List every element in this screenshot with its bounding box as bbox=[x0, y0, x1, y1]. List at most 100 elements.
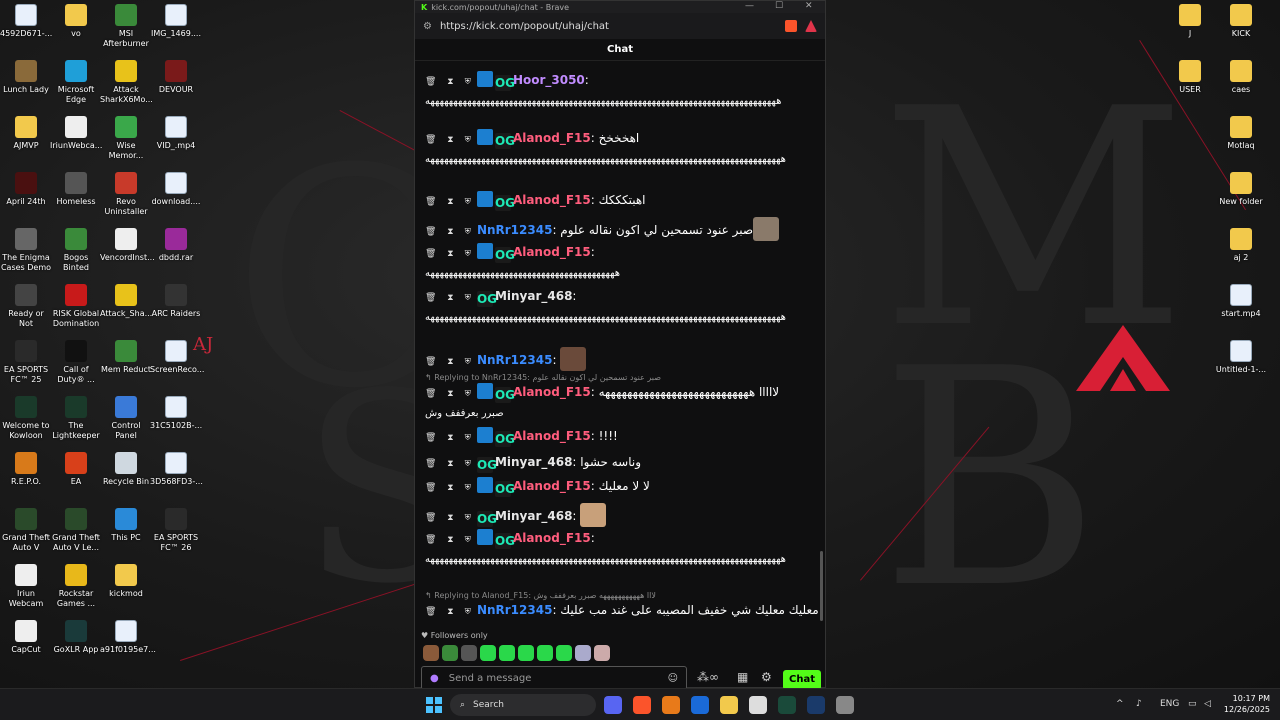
desktop-icon[interactable]: USER bbox=[1164, 60, 1216, 95]
desktop-icon[interactable]: EA SPORTS FC™ 25 bbox=[0, 340, 52, 385]
close-icon[interactable]: ✕ bbox=[805, 1, 813, 11]
chat-scrollbar[interactable] bbox=[820, 551, 823, 621]
desktop-icon[interactable]: start.mp4 bbox=[1215, 284, 1267, 319]
send-chat-button[interactable]: Chat bbox=[783, 670, 821, 690]
wireless-icon[interactable] bbox=[836, 696, 854, 714]
desktop-icon[interactable]: Revo Uninstaller bbox=[100, 172, 152, 217]
desktop-icon[interactable]: Wise Memor... bbox=[100, 116, 152, 161]
desktop-icon[interactable]: Welcome to Kowloon bbox=[0, 396, 52, 441]
moderation-actions[interactable]: 🗑 ⧗ ⛨ bbox=[425, 607, 475, 617]
chat-username[interactable]: Alanod_F15 bbox=[513, 193, 591, 207]
desktop-icon[interactable]: KICK bbox=[1215, 4, 1267, 39]
brave-icon[interactable] bbox=[633, 696, 651, 714]
chat-username[interactable]: Alanod_F15 bbox=[513, 245, 591, 259]
chat-username[interactable]: NnRr12345 bbox=[477, 353, 553, 367]
desktop-icon[interactable]: caes bbox=[1215, 60, 1267, 95]
desktop-icon[interactable]: J bbox=[1164, 4, 1216, 39]
reply-reference[interactable]: ↰ Replying to Alanod_F15: لااا ههههههههه… bbox=[425, 591, 656, 600]
moderation-actions[interactable]: 🗑 ⧗ ⛨ bbox=[425, 197, 475, 207]
discord-icon[interactable] bbox=[604, 696, 622, 714]
quick-emote-icon[interactable] bbox=[556, 645, 572, 661]
chat-username[interactable]: Minyar_468 bbox=[495, 289, 572, 303]
settings-icon[interactable]: ⚙ bbox=[761, 670, 772, 684]
desktop-icon[interactable]: R.E.P.O. bbox=[0, 452, 52, 487]
minimize-icon[interactable]: — bbox=[745, 1, 754, 11]
chat-username[interactable]: Alanod_F15 bbox=[513, 531, 591, 545]
chat-username[interactable]: NnRr12345 bbox=[477, 603, 553, 617]
desktop-icon[interactable]: Motlaq bbox=[1215, 116, 1267, 151]
desktop-icon[interactable]: MSI Afterburner bbox=[100, 4, 152, 49]
desktop-icon[interactable]: The Lightkeeper bbox=[50, 396, 102, 441]
moderation-actions[interactable]: 🗑 ⧗ ⛨ bbox=[425, 293, 475, 303]
quick-emote-icon[interactable] bbox=[518, 645, 534, 661]
chat-username[interactable]: Alanod_F15 bbox=[513, 429, 591, 443]
desktop-icon[interactable]: VID_.mp4 bbox=[150, 116, 202, 151]
address-bar[interactable]: ⚙ https://kick.com/popout/uhaj/chat bbox=[415, 13, 825, 39]
explorer-icon[interactable] bbox=[720, 696, 738, 714]
quick-emote-icon[interactable] bbox=[537, 645, 553, 661]
moderation-actions[interactable]: 🗑 ⧗ ⛨ bbox=[425, 249, 475, 259]
desktop-icon[interactable]: DEVOUR bbox=[150, 60, 202, 95]
desktop-icon[interactable]: 3D568FD3-... bbox=[150, 452, 203, 487]
taskbar-search[interactable]: ⌕ Search bbox=[450, 694, 596, 716]
desktop-icon[interactable]: Rockstar Games ... bbox=[50, 564, 102, 609]
reply-reference[interactable]: ↰ Replying to NnRr12345: صبر عنود تسمحين… bbox=[425, 373, 661, 382]
site-settings-icon[interactable]: ⚙ bbox=[423, 21, 432, 32]
desktop-icon[interactable]: Lunch Lady bbox=[0, 60, 52, 95]
desktop-icon[interactable]: 4592D671-... bbox=[0, 4, 52, 39]
chat-username[interactable]: Alanod_F15 bbox=[513, 479, 591, 493]
app-a-icon[interactable] bbox=[662, 696, 680, 714]
desktop-icon[interactable]: aj 2 bbox=[1215, 228, 1267, 263]
quick-emote-icon[interactable] bbox=[423, 645, 439, 661]
desktop-icon[interactable]: Bogos Binted bbox=[50, 228, 102, 273]
desktop-icon[interactable]: Microsoft Edge bbox=[50, 60, 102, 105]
brave-shields-icon[interactable] bbox=[785, 20, 797, 32]
desktop-icon[interactable]: New folder bbox=[1215, 172, 1267, 207]
steam-icon[interactable] bbox=[807, 696, 825, 714]
moderation-actions[interactable]: 🗑 ⧗ ⛨ bbox=[425, 513, 475, 523]
emote-picker-icon[interactable]: ⁂∞ bbox=[697, 670, 719, 684]
desktop-icon[interactable]: a91f0195e7... bbox=[100, 620, 156, 655]
chat-username[interactable]: NnRr12345 bbox=[477, 223, 553, 237]
desktop-icon[interactable]: Untitled-1-... bbox=[1215, 340, 1267, 375]
desktop-icon[interactable]: Ready or Not bbox=[0, 284, 52, 329]
moderation-actions[interactable]: 🗑 ⧗ ⛨ bbox=[425, 459, 475, 469]
desktop-icon[interactable]: vo bbox=[50, 4, 102, 39]
moderation-actions[interactable]: 🗑 ⧗ ⛨ bbox=[425, 135, 475, 145]
moderation-actions[interactable]: 🗑 ⧗ ⛨ bbox=[425, 227, 475, 237]
chat-username[interactable]: Minyar_468 bbox=[495, 509, 572, 523]
desktop-icon[interactable]: 31C5102B-... bbox=[150, 396, 202, 431]
desktop-icon[interactable]: Attack SharkX6Mo... bbox=[100, 60, 153, 105]
emoji-icon[interactable]: ☺ bbox=[668, 673, 678, 684]
mic-tray-icon[interactable]: ♪ bbox=[1136, 699, 1142, 709]
clock[interactable]: 10:17 PM 12/26/2025 bbox=[1222, 693, 1270, 715]
desktop-icon[interactable]: Iriun Webcam bbox=[0, 564, 52, 609]
moderation-actions[interactable]: 🗑 ⧗ ⛨ bbox=[425, 389, 475, 399]
desktop-icon[interactable]: Recycle Bin bbox=[100, 452, 152, 487]
moderation-actions[interactable]: 🗑 ⧗ ⛨ bbox=[425, 433, 475, 443]
url-text[interactable]: https://kick.com/popout/uhaj/chat bbox=[440, 21, 609, 32]
moderation-actions[interactable]: 🗑 ⧗ ⛨ bbox=[425, 535, 475, 545]
message-input[interactable]: ● Send a message ☺ bbox=[421, 666, 687, 690]
tray-overflow-icon[interactable]: ^ bbox=[1116, 699, 1124, 709]
gift-icon[interactable]: ▦ bbox=[737, 670, 748, 684]
desktop-icon[interactable]: Call of Duty® ... bbox=[50, 340, 102, 385]
volume-icon[interactable]: ◁ bbox=[1204, 699, 1211, 709]
desktop-icon[interactable]: ARC Raiders bbox=[150, 284, 202, 319]
chat-username[interactable]: Alanod_F15 bbox=[513, 131, 591, 145]
desktop-icon[interactable]: Mem Reduct bbox=[100, 340, 152, 375]
chat-username[interactable]: Alanod_F15 bbox=[513, 385, 591, 399]
quick-emote-icon[interactable] bbox=[461, 645, 477, 661]
desktop-icon[interactable]: Attack_Sha... bbox=[100, 284, 152, 319]
quick-emote-icon[interactable] bbox=[575, 645, 591, 661]
desktop-icon[interactable]: AJMVP bbox=[0, 116, 52, 151]
quick-emote-icon[interactable] bbox=[442, 645, 458, 661]
desktop-icon[interactable]: ScreenReco... bbox=[150, 340, 204, 375]
desktop-icon[interactable]: This PC bbox=[100, 508, 152, 543]
language-indicator[interactable]: ENG bbox=[1160, 699, 1179, 709]
moderation-actions[interactable]: 🗑 ⧗ ⛨ bbox=[425, 357, 475, 367]
chat-username[interactable]: Minyar_468 bbox=[495, 455, 572, 469]
desktop-icon[interactable]: Grand Theft Auto V Le... bbox=[50, 508, 102, 553]
quick-emote-icon[interactable] bbox=[594, 645, 610, 661]
moderation-actions[interactable]: 🗑 ⧗ ⛨ bbox=[425, 77, 475, 87]
